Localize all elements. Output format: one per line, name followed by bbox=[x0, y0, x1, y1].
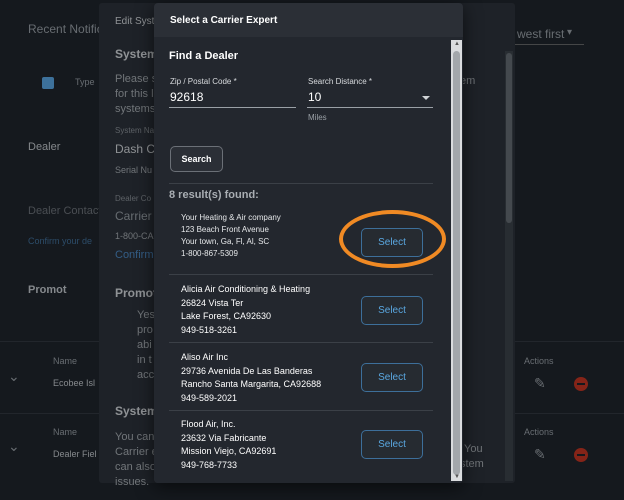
distance-helper: Miles bbox=[308, 113, 327, 122]
dealer-info: Alicia Air Conditioning & Heating 26824 … bbox=[181, 283, 310, 337]
dealer-info: Flood Air, Inc. 23632 Via Fabricante Mis… bbox=[181, 418, 276, 472]
dealer-street: 29736 Avenida De Las Banderas bbox=[181, 365, 313, 376]
divider bbox=[169, 274, 433, 275]
dealer-street: 123 Beach Front Avenue bbox=[181, 225, 269, 234]
divider bbox=[169, 183, 433, 184]
dealer-phone: 1-800-867-5309 bbox=[181, 249, 238, 258]
divider bbox=[169, 342, 433, 343]
scroll-down-icon[interactable]: ▼ bbox=[454, 474, 460, 480]
dealer-city: Your town, Ga, Fl, Al, SC bbox=[181, 237, 270, 246]
dealer-city: Mission Viejo, CA92691 bbox=[181, 446, 277, 456]
dealer-name: Your Heating & Air company bbox=[181, 213, 281, 222]
select-button[interactable]: Select bbox=[361, 430, 423, 459]
search-button[interactable]: Search bbox=[170, 146, 223, 172]
results-count: 8 result(s) found: bbox=[169, 189, 259, 201]
dealer-name: Alicia Air Conditioning & Heating bbox=[181, 284, 311, 294]
dealer-phone: 949-589-2021 bbox=[181, 392, 238, 403]
zip-label: Zip / Postal Code * bbox=[170, 77, 237, 86]
distance-underline bbox=[307, 107, 433, 108]
dealer-street: 23632 Via Fabricante bbox=[181, 432, 267, 443]
dealer-info: Aliso Air Inc 29736 Avenida De Las Bande… bbox=[181, 351, 321, 405]
dialog-title: Select a Carrier Expert bbox=[170, 15, 278, 26]
dealer-phone: 949-518-3261 bbox=[181, 324, 238, 335]
dialog-scroll-thumb[interactable] bbox=[453, 51, 460, 475]
select-button[interactable]: Select bbox=[361, 363, 423, 392]
distance-select[interactable]: 10 bbox=[308, 90, 321, 104]
highlight-circle-annotation bbox=[339, 210, 446, 268]
dialog-header: Select a Carrier Expert bbox=[154, 3, 463, 37]
dealer-name: Aliso Air Inc bbox=[181, 352, 229, 362]
select-button[interactable]: Select bbox=[361, 296, 423, 325]
zip-input[interactable]: 92618 bbox=[170, 90, 203, 104]
divider bbox=[169, 410, 433, 411]
dealer-city: Lake Forest, CA92630 bbox=[181, 311, 272, 321]
scroll-up-icon[interactable]: ▲ bbox=[454, 41, 460, 47]
dealer-info: Your Heating & Air company 123 Beach Fro… bbox=[181, 212, 281, 260]
dealer-city: Rancho Santa Margarita, CA92688 bbox=[181, 379, 322, 389]
result-item: Alicia Air Conditioning & Heating 26824 … bbox=[169, 283, 433, 351]
zip-underline bbox=[169, 107, 296, 108]
dealer-street: 26824 Vista Ter bbox=[181, 297, 244, 308]
dealer-phone: 949-768-7733 bbox=[181, 459, 238, 470]
distance-label: Search Distance * bbox=[308, 77, 373, 86]
result-item: Aliso Air Inc 29736 Avenida De Las Bande… bbox=[169, 351, 433, 419]
dealer-name: Flood Air, Inc. bbox=[181, 419, 236, 429]
find-dealer-heading: Find a Dealer bbox=[169, 50, 239, 62]
chevron-down-icon[interactable] bbox=[422, 96, 430, 100]
result-item: Flood Air, Inc. 23632 Via Fabricante Mis… bbox=[169, 418, 433, 483]
